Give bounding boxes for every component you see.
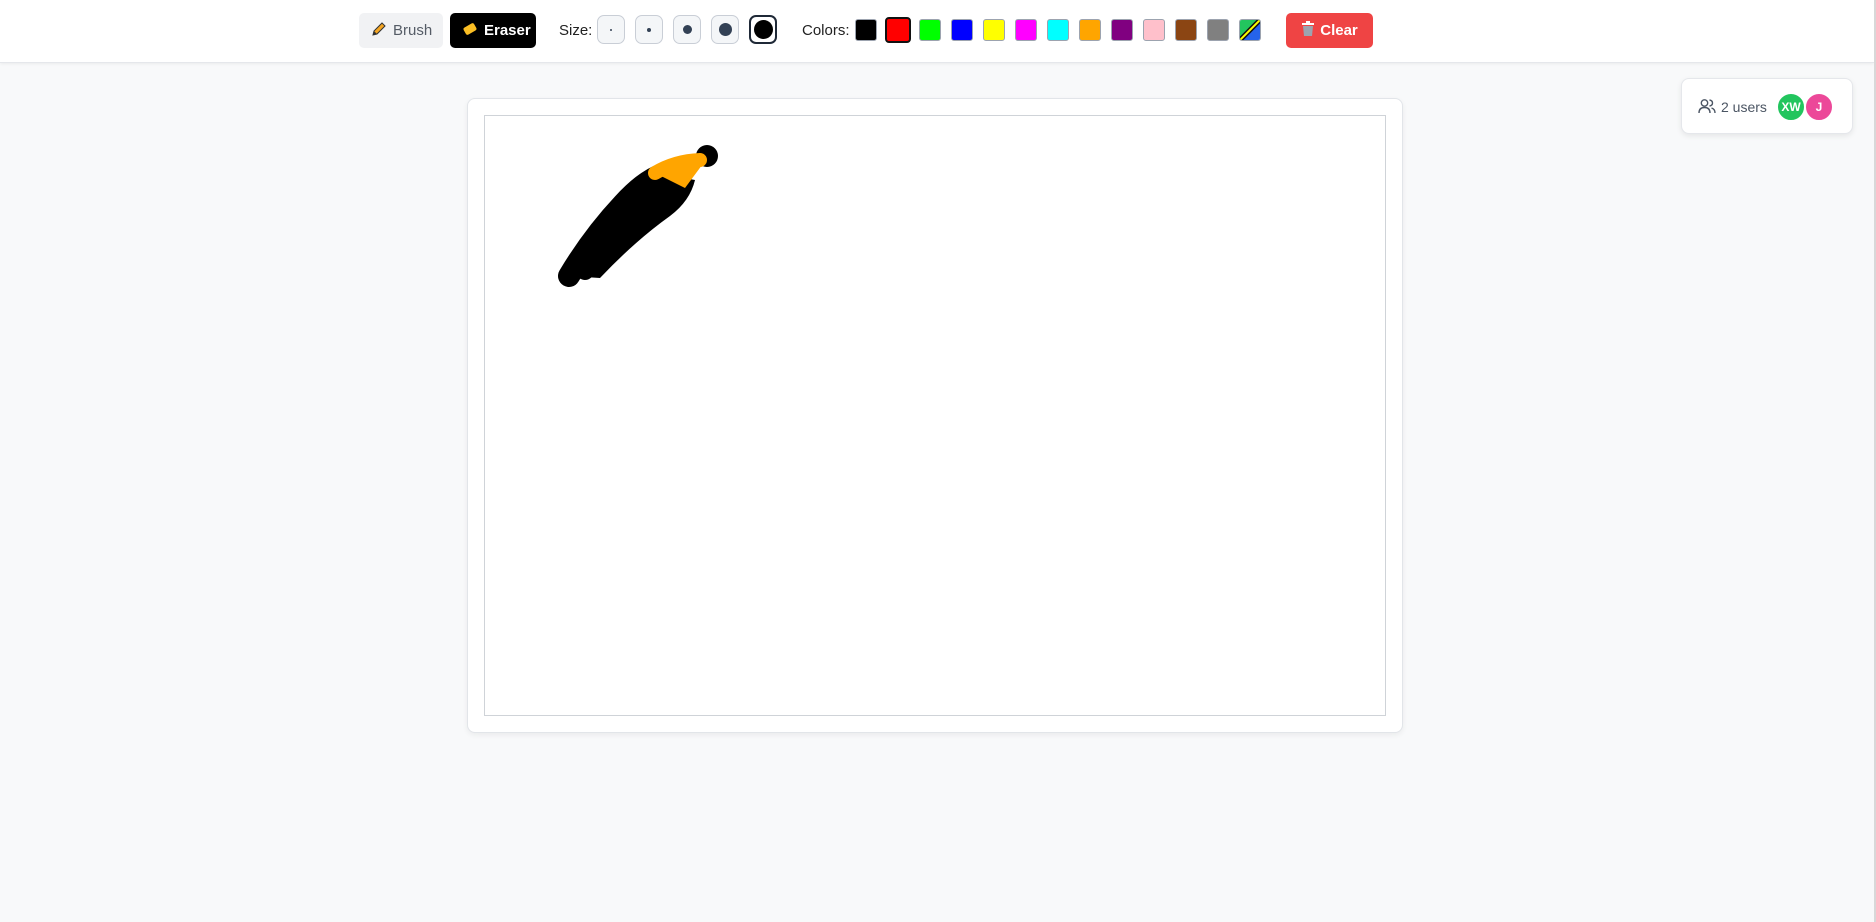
brush-button[interactable]: Brush: [359, 13, 443, 48]
color-swatch[interactable]: [885, 17, 911, 43]
color-swatch[interactable]: [1015, 19, 1037, 41]
clear-label: Clear: [1320, 22, 1358, 39]
color-swatch[interactable]: [1047, 19, 1069, 41]
clear-button[interactable]: Clear: [1286, 13, 1373, 48]
canvas-container: [467, 98, 1403, 733]
users-icon: [1698, 98, 1716, 119]
size-dot: [682, 25, 692, 34]
color-swatch[interactable]: [1079, 19, 1101, 41]
color-swatch[interactable]: [855, 19, 877, 41]
size-dot: [718, 23, 732, 36]
eraser-button[interactable]: Eraser: [450, 13, 536, 48]
size-option-2[interactable]: [635, 15, 663, 44]
size-option-1[interactable]: [597, 15, 625, 44]
color-swatch[interactable]: [1175, 19, 1197, 41]
toolbar: Brush Eraser Size: Colors: Clear: [0, 0, 1874, 63]
drawing-canvas[interactable]: [484, 115, 1386, 716]
size-dot: [647, 27, 651, 32]
color-swatch[interactable]: [1143, 19, 1165, 41]
users-panel: 2 users XW J: [1681, 78, 1853, 134]
canvas-drawing: [558, 145, 718, 287]
colors-label: Colors:: [802, 22, 850, 39]
size-option-4[interactable]: [711, 15, 739, 44]
size-label: Size:: [559, 22, 593, 39]
avatar: J: [1804, 92, 1834, 122]
color-swatch[interactable]: [919, 19, 941, 41]
brush-label: Brush: [393, 22, 433, 39]
size-option-3[interactable]: [673, 15, 701, 44]
trash-icon: [1301, 21, 1315, 40]
color-swatch[interactable]: [1207, 19, 1229, 41]
color-swatch[interactable]: [1111, 19, 1133, 41]
size-dot: [610, 28, 612, 31]
eraser-icon: [462, 21, 478, 41]
size-option-5[interactable]: [749, 15, 777, 44]
users-count: 2 users: [1721, 99, 1767, 115]
pencil-icon: [371, 21, 387, 41]
avatar: XW: [1776, 92, 1806, 122]
size-dot: [753, 20, 773, 39]
eraser-label: Eraser: [484, 22, 531, 39]
color-swatch[interactable]: [951, 19, 973, 41]
color-picker-icon: [1240, 20, 1260, 40]
custom-color-picker[interactable]: [1239, 19, 1261, 41]
color-swatch[interactable]: [983, 19, 1005, 41]
